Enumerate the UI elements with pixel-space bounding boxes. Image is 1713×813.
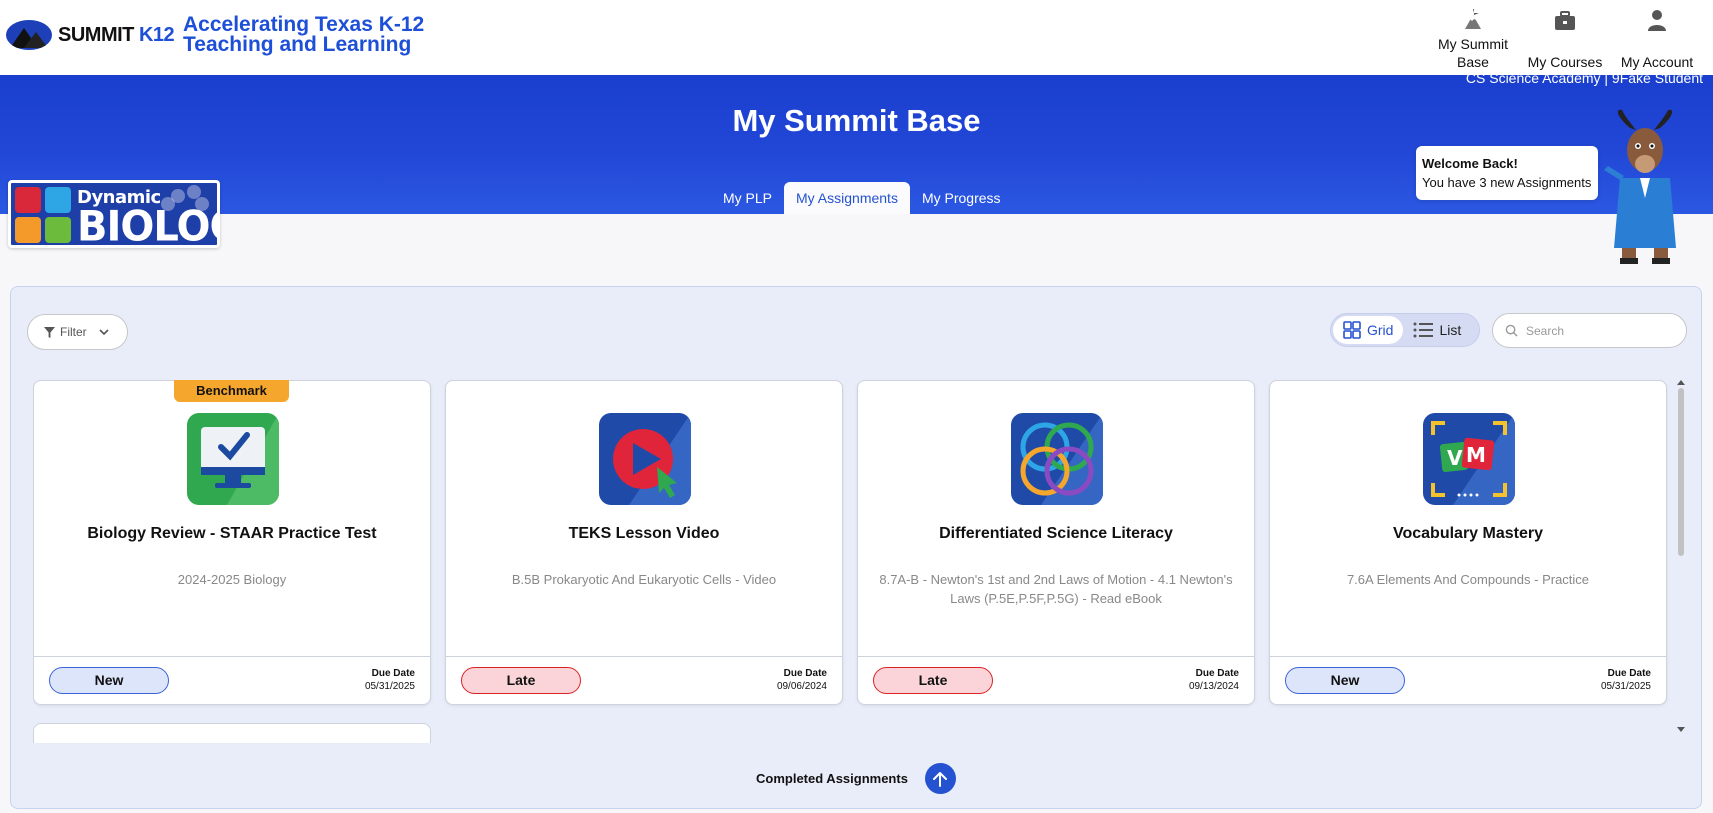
brand-tagline: Accelerating Texas K-12 Teaching and Lea… — [183, 13, 425, 56]
card-footer: New Due Date 05/31/2025 — [1270, 656, 1666, 704]
status-badge: Late — [873, 667, 993, 694]
school-user-line: CS Science Academy | 9Fake Student — [1465, 70, 1703, 86]
assignment-card[interactable]: V M Vocabulary Mastery 7.6A Elements And… — [1269, 380, 1667, 705]
chevron-down-icon — [99, 329, 109, 335]
card-title: Vocabulary Mastery — [1393, 525, 1543, 542]
status-badge: Late — [461, 667, 581, 694]
filter-icon — [44, 326, 55, 338]
interlocking-rings-icon — [1011, 413, 1103, 505]
grid-view-button[interactable]: Grid — [1333, 316, 1404, 344]
card-title: TEKS Lesson Video — [568, 525, 720, 542]
assignment-card[interactable]: Differentiated Science Literacy 8.7A-B -… — [857, 380, 1255, 705]
video-play-icon — [599, 413, 691, 505]
course-logo-dynamic-biology: Dynamic BIOLOGY — [8, 180, 220, 248]
card-title: Biology Review - STAAR Practice Test — [87, 525, 377, 542]
brand-logo-link[interactable]: SUMMIT K12 — [6, 20, 175, 50]
assignment-card-partial[interactable] — [33, 723, 431, 743]
due-date: Due Date 05/31/2025 — [1600, 668, 1651, 692]
planet-icon — [15, 217, 41, 243]
user-icon — [1647, 5, 1667, 31]
briefcase-icon — [1554, 5, 1576, 31]
due-date: Due Date 09/13/2024 — [1188, 668, 1239, 692]
main-tabs: My PLP My Assignments My Progress — [711, 182, 1013, 214]
card-footer: Late Due Date 09/06/2024 — [446, 656, 842, 704]
card-footer: Late Due Date 09/13/2024 — [858, 656, 1254, 704]
assignment-cards-grid: Benchmark Biology Review - STAAR Practic… — [33, 380, 1675, 730]
completed-assignments: Completed Assignments — [756, 763, 956, 794]
benchmark-ribbon: Benchmark — [174, 380, 289, 402]
summit-mountain-logo-icon — [6, 20, 52, 50]
arrow-up-icon — [933, 771, 948, 787]
filter-button[interactable]: Filter — [27, 314, 128, 350]
card-subtitle: 2024-2025 Biology — [177, 572, 287, 587]
top-header: SUMMIT K12 Accelerating Texas K-12 Teach… — [0, 0, 1713, 75]
search-input[interactable] — [1526, 323, 1676, 338]
nav-my-account[interactable]: My Account — [1611, 5, 1703, 71]
nav-my-courses[interactable]: My Courses — [1519, 5, 1611, 71]
search-icon — [1505, 324, 1518, 337]
svg-text:V: V — [1447, 446, 1463, 470]
completed-assignments-label: Completed Assignments — [756, 771, 908, 786]
list-view-button[interactable]: List — [1403, 316, 1471, 344]
tab-my-progress[interactable]: My Progress — [910, 182, 1013, 214]
mountain-icon — [1463, 5, 1483, 31]
cards-scrollbar[interactable] — [1676, 380, 1686, 732]
brand-name: SUMMIT K12 — [58, 23, 175, 46]
search-box — [1492, 313, 1687, 348]
card-title: Differentiated Science Literacy — [939, 525, 1173, 542]
due-date: Due Date 05/31/2025 — [364, 668, 415, 692]
list-icon — [1413, 322, 1434, 338]
atom-icon — [45, 217, 71, 243]
status-badge: New — [49, 667, 169, 694]
nav-my-summit-base[interactable]: My Summit Base — [1427, 5, 1519, 71]
grid-icon — [1343, 321, 1361, 339]
status-badge: New — [1285, 667, 1405, 694]
completed-assignments-toggle-button[interactable] — [924, 763, 956, 794]
card-subtitle: 7.6A Elements And Compounds - Practice — [1346, 572, 1590, 587]
scrollbar-thumb[interactable] — [1678, 388, 1684, 556]
tab-my-plp[interactable]: My PLP — [711, 182, 784, 214]
top-nav: My Summit Base My Courses My Account — [1427, 5, 1703, 71]
flask-icon — [45, 187, 71, 213]
due-date: Due Date 09/06/2024 — [776, 668, 827, 692]
scroll-up-arrow-icon[interactable] — [1677, 380, 1685, 385]
svg-text:M: M — [1466, 443, 1486, 467]
page-title: My Summit Base — [732, 103, 981, 138]
goat-mascot-icon — [1604, 109, 1676, 264]
card-subtitle: B.5B Prokaryotic And Eukaryotic Cells - … — [511, 572, 777, 587]
welcome-bubble: Welcome Back! You have 3 new Assignments — [1416, 146, 1598, 200]
assignment-card[interactable]: TEKS Lesson Video B.5B Prokaryotic And E… — [445, 380, 843, 705]
assignments-panel: Filter Grid List Benchma — [10, 286, 1702, 809]
scroll-down-arrow-icon[interactable] — [1677, 727, 1685, 732]
card-footer: New Due Date 05/31/2025 — [34, 656, 430, 704]
tab-my-assignments[interactable]: My Assignments — [784, 182, 910, 214]
view-toggle: Grid List — [1330, 313, 1480, 347]
monitor-check-icon — [187, 413, 279, 505]
card-subtitle: 8.7A-B - Newton's 1st and 2nd Laws of Mo… — [879, 572, 1233, 606]
dna-icon — [15, 187, 41, 213]
assignment-card[interactable]: Benchmark Biology Review - STAAR Practic… — [33, 380, 431, 705]
vocabulary-vm-icon: V M — [1423, 413, 1515, 505]
